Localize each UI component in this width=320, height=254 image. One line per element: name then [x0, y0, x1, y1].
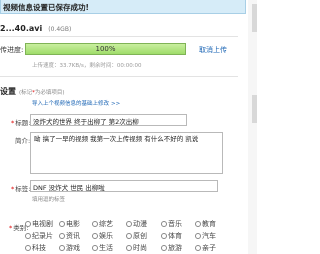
- radio-button-icon[interactable]: [195, 232, 201, 239]
- category-option-label: 电影: [66, 220, 80, 228]
- upload-progress-percent: 100%: [95, 45, 116, 53]
- category-option[interactable]: 汽车: [195, 231, 216, 241]
- divider: [0, 36, 238, 37]
- radio-button-icon[interactable]: [161, 232, 167, 239]
- category-option[interactable]: 教育: [195, 219, 216, 229]
- title-field-label: *标题:: [11, 117, 30, 127]
- radio-button-icon[interactable]: [126, 232, 132, 239]
- radio-button-icon[interactable]: [195, 244, 201, 251]
- category-option[interactable]: 音乐: [161, 219, 182, 229]
- cancel-upload-link[interactable]: 取消上传: [199, 45, 227, 55]
- radio-button-icon[interactable]: [195, 220, 201, 227]
- radio-button-icon[interactable]: [161, 220, 167, 227]
- title-label-text: 标题:: [15, 119, 31, 127]
- file-size: (0.4GB): [48, 26, 72, 33]
- category-option[interactable]: 游戏: [59, 243, 80, 253]
- file-name: 2...40.avi: [0, 24, 43, 33]
- required-fields-tip: (标记*为必填项目): [19, 88, 65, 96]
- radio-button-icon[interactable]: [126, 220, 132, 227]
- radio-button-icon[interactable]: [25, 244, 31, 251]
- category-option[interactable]: 旅游: [161, 243, 182, 253]
- category-option-label: 亲子: [202, 244, 216, 252]
- save-success-banner: 视频信息设置已保存成功!: [0, 0, 246, 14]
- category-option-label: 资讯: [66, 232, 80, 240]
- category-option-label: 时尚: [133, 244, 147, 252]
- required-star: *: [11, 119, 15, 127]
- radio-button-icon[interactable]: [126, 244, 132, 251]
- radio-button-icon[interactable]: [25, 232, 31, 239]
- divider: [0, 76, 238, 77]
- radio-button-icon[interactable]: [92, 244, 98, 251]
- description-textarea[interactable]: 呦 搞了一早的视频 我第一次上传视频 有什么不好的 凯说: [30, 132, 223, 174]
- edge-tab: [252, 95, 257, 123]
- file-info: 2...40.avi (0.4GB): [0, 24, 71, 33]
- tags-field-label: *标签:: [11, 183, 30, 193]
- category-option-label: 综艺: [99, 220, 113, 228]
- import-link-label: 导入上个视频信息的基础上修改: [32, 101, 110, 107]
- required-star: *: [11, 185, 15, 193]
- category-option-label: 电视剧: [32, 220, 53, 228]
- category-option[interactable]: 资讯: [59, 231, 80, 241]
- category-option[interactable]: 原创: [126, 231, 147, 241]
- import-previous-info-link[interactable]: 导入上个视频信息的基础上修改 >>: [32, 99, 120, 107]
- category-option[interactable]: 纪录片: [25, 231, 53, 241]
- category-option[interactable]: 动漫: [126, 219, 147, 229]
- settings-section-title: 设置: [0, 87, 16, 96]
- category-option[interactable]: 生活: [92, 243, 113, 253]
- category-option[interactable]: 电视剧: [25, 219, 53, 229]
- category-option-label: 旅游: [168, 244, 182, 252]
- required-tip-open: (标记: [19, 90, 33, 96]
- category-option[interactable]: 体育: [161, 231, 182, 241]
- category-option[interactable]: 综艺: [92, 219, 113, 229]
- radio-button-icon[interactable]: [59, 220, 65, 227]
- radio-button-icon[interactable]: [59, 232, 65, 239]
- category-option-label: 原创: [133, 232, 147, 240]
- category-option-label: 教育: [202, 220, 216, 228]
- save-success-message: 视频信息设置已保存成功!: [3, 3, 89, 12]
- upload-speed-text: 上传速度：33.7KB/s，剩余时间：00:00:00: [32, 63, 142, 69]
- category-option-label: 体育: [168, 232, 182, 240]
- category-option-label: 娱乐: [99, 232, 113, 240]
- radio-button-icon[interactable]: [92, 232, 98, 239]
- required-star: *: [9, 224, 13, 232]
- tags-input[interactable]: DNF 没炸犬 世民 出柳啦: [30, 180, 218, 192]
- category-option-label: 音乐: [168, 220, 182, 228]
- category-option-label: 汽车: [202, 232, 216, 240]
- upload-progress-label: 传进度:: [0, 46, 24, 54]
- category-option-label: 纪录片: [32, 232, 53, 240]
- category-option[interactable]: 时尚: [126, 243, 147, 253]
- category-option[interactable]: 科技: [25, 243, 46, 253]
- category-option[interactable]: 娱乐: [92, 231, 113, 241]
- radio-button-icon[interactable]: [161, 244, 167, 251]
- required-tip-rest: 为必填项目): [34, 90, 65, 96]
- category-option-label: 动漫: [133, 220, 147, 228]
- tags-label-text: 标签:: [15, 185, 31, 193]
- double-chevron-right-icon: >>: [111, 101, 121, 107]
- radio-button-icon[interactable]: [25, 220, 31, 227]
- category-option[interactable]: 电影: [59, 219, 80, 229]
- radio-button-icon[interactable]: [92, 220, 98, 227]
- radio-button-icon[interactable]: [59, 244, 65, 251]
- upload-progress-bar: 100%: [25, 43, 186, 55]
- title-input[interactable]: 没炸犬的世界 终于出柳了 第2次出柳: [30, 114, 187, 126]
- edge-tab: [252, 4, 257, 32]
- category-option[interactable]: 亲子: [195, 243, 216, 253]
- tags-hint: 填用逗的标签: [32, 197, 66, 203]
- right-scroll-edge: [248, 0, 257, 254]
- category-option-label: 游戏: [66, 244, 80, 252]
- category-option-label: 科技: [32, 244, 46, 252]
- description-field-label: 简介:: [15, 137, 31, 145]
- category-option-label: 生活: [99, 244, 113, 252]
